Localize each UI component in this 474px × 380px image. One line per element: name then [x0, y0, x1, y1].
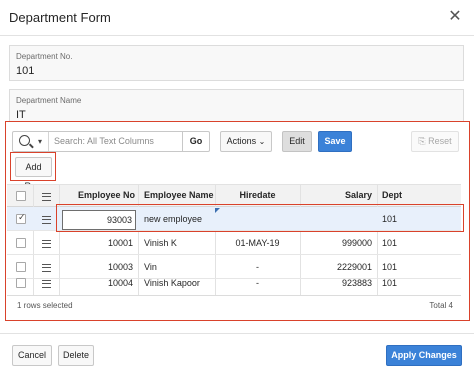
cancel-button[interactable]: Cancel	[12, 345, 52, 366]
apply-changes-button[interactable]: Apply Changes	[386, 345, 462, 366]
add-row-button[interactable]: Add Row	[15, 157, 52, 191]
cell-salary[interactable]: 999000	[300, 233, 372, 253]
row-checkbox[interactable]	[16, 212, 26, 224]
cell-dept[interactable]: 101	[382, 233, 397, 253]
department-name-label: Department Name	[16, 96, 82, 105]
reset-button[interactable]: ⎘ Reset	[411, 131, 459, 152]
go-button[interactable]: Go	[182, 132, 209, 151]
dialog-title: Department Form	[9, 10, 111, 25]
edit-button[interactable]: Edit	[282, 131, 312, 152]
cell-employee-name[interactable]: Vinish Kapoor	[144, 273, 200, 293]
total-count-text: Total 4	[429, 301, 453, 310]
department-form-dialog: Department Form ✕ Department No. 101 Dep…	[0, 0, 474, 380]
department-name-field[interactable]: Department Name IT	[9, 89, 464, 125]
hamburger-icon[interactable]	[42, 193, 51, 201]
actions-label: Actions	[226, 136, 257, 146]
department-name-value[interactable]: IT	[16, 109, 26, 121]
department-no-field[interactable]: Department No. 101	[9, 45, 464, 81]
new-row-highlight	[56, 204, 464, 232]
search-input[interactable]: Search: All Text Columns	[54, 136, 154, 146]
grid-search-bar[interactable]: ▾ Search: All Text Columns Go	[12, 131, 210, 152]
department-no-value[interactable]: 101	[16, 65, 34, 77]
chevron-down-icon[interactable]: ▾	[38, 137, 42, 146]
actions-button[interactable]: Actions ⌄	[220, 131, 272, 152]
department-no-label: Department No.	[16, 52, 73, 61]
cell-salary[interactable]: 923883	[300, 273, 372, 293]
row-menu-icon[interactable]	[42, 216, 51, 224]
grid-footer: 1 rows selected Total 4	[7, 295, 461, 317]
dialog-title-bar: Department Form ✕	[0, 0, 474, 36]
cell-employee-no[interactable]: 10001	[60, 233, 133, 253]
reset-label: Reset	[428, 136, 452, 146]
cell-hiredate[interactable]: 01-MAY-19	[215, 233, 300, 253]
chevron-down-icon: ⌄	[258, 137, 266, 146]
row-checkbox[interactable]	[16, 238, 26, 248]
cell-hiredate[interactable]: -	[215, 273, 300, 293]
cell-employee-name[interactable]: Vinish K	[144, 233, 177, 253]
cell-employee-no[interactable]: 10004	[60, 273, 133, 293]
delete-button[interactable]: Delete	[58, 345, 94, 366]
save-button[interactable]: Save	[318, 131, 352, 152]
close-icon[interactable]: ✕	[446, 8, 464, 26]
row-menu-icon[interactable]	[42, 240, 51, 248]
reset-icon: ⎘	[418, 136, 426, 146]
rows-selected-text: 1 rows selected	[17, 301, 73, 310]
row-checkbox[interactable]	[16, 278, 26, 288]
row-menu-icon[interactable]	[42, 280, 51, 288]
cell-dept[interactable]: 101	[382, 273, 397, 293]
search-separator	[48, 132, 49, 151]
select-all-checkbox[interactable]	[16, 191, 26, 201]
search-icon[interactable]	[19, 135, 30, 146]
